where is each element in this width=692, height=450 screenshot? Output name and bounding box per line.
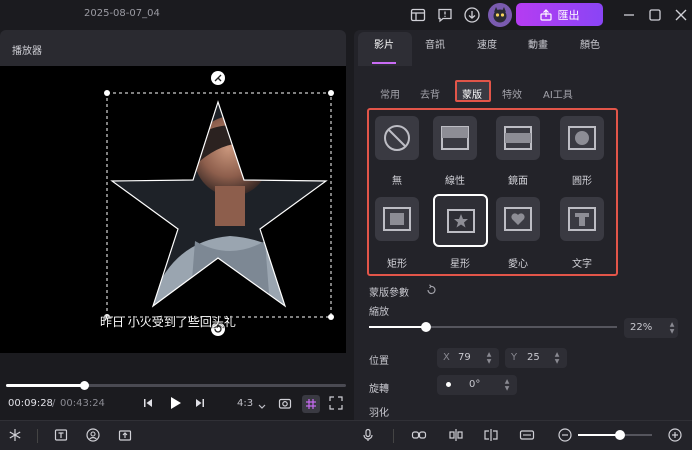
zoom-label: 縮放 xyxy=(369,307,389,318)
rotation-stepper[interactable]: ▲ ▼ xyxy=(503,378,511,392)
mask-mirror[interactable] xyxy=(496,116,540,160)
next-frame-icon[interactable] xyxy=(194,396,206,413)
mask-label: 無 xyxy=(392,176,402,187)
avatar[interactable] xyxy=(488,3,512,27)
toolbar-divider xyxy=(393,429,394,443)
subtab-remove-background[interactable]: 去背 xyxy=(420,86,440,101)
tab-animation[interactable]: 動畫 xyxy=(528,36,548,51)
x-label: X xyxy=(443,352,450,363)
y-value: 25 xyxy=(527,352,540,363)
timeline-zoom-knob[interactable] xyxy=(615,430,625,440)
upload-icon xyxy=(539,8,552,21)
mask-star[interactable] xyxy=(433,194,488,247)
export-clip-icon[interactable] xyxy=(116,426,134,444)
link-icon[interactable] xyxy=(410,426,428,444)
playback-progress xyxy=(6,384,85,387)
player-title: 播放器 xyxy=(12,46,42,57)
mask-heart[interactable] xyxy=(496,197,540,241)
star-mask-preview xyxy=(104,90,334,320)
tab-audio[interactable]: 音訊 xyxy=(425,36,445,51)
heart-icon xyxy=(504,207,532,231)
x-value: 79 xyxy=(458,352,471,363)
linear-icon xyxy=(441,126,469,150)
mask-label: 鏡面 xyxy=(508,176,528,187)
rectangle-icon xyxy=(383,207,411,231)
fit-width-icon[interactable] xyxy=(518,426,536,444)
zoom-slider-knob[interactable] xyxy=(420,322,431,332)
mask-none[interactable] xyxy=(375,116,419,160)
subtab-common[interactable]: 常用 xyxy=(380,86,400,101)
rotation-dial-icon xyxy=(446,382,451,387)
zoom-out-icon[interactable] xyxy=(556,426,574,444)
feedback-icon[interactable] xyxy=(436,6,454,24)
mask-label: 圓形 xyxy=(572,176,592,187)
timeline-zoom-fill xyxy=(578,434,620,436)
video-subtitle: 昨日 小火受到了些回头礼 xyxy=(100,315,236,329)
export-button[interactable]: 匯出 xyxy=(516,3,603,26)
circle-icon xyxy=(568,126,596,150)
zoom-in-icon[interactable] xyxy=(666,426,684,444)
time-separator: / xyxy=(52,398,56,409)
download-icon[interactable] xyxy=(463,6,481,24)
video-preview[interactable] xyxy=(0,66,346,353)
text-icon xyxy=(568,207,596,231)
mask-label: 星形 xyxy=(450,259,470,270)
tab-speed[interactable]: 速度 xyxy=(477,36,497,51)
feather-label: 羽化 xyxy=(369,408,389,419)
chevron-down-icon[interactable] xyxy=(258,400,266,413)
reset-icon[interactable] xyxy=(425,284,437,299)
subtab-mask[interactable]: 蒙版 xyxy=(462,86,482,101)
mask-label: 文字 xyxy=(572,259,592,270)
split-icon[interactable] xyxy=(447,426,465,444)
y-label: Y xyxy=(511,352,518,363)
mask-label: 愛心 xyxy=(508,259,528,270)
freeze-icon[interactable] xyxy=(6,426,24,444)
fullscreen-icon[interactable] xyxy=(329,396,343,413)
export-label: 匯出 xyxy=(557,8,580,22)
previous-frame-icon[interactable] xyxy=(142,396,154,413)
mask-circle[interactable] xyxy=(560,116,604,160)
x-stepper[interactable]: ▲ ▼ xyxy=(485,351,493,365)
mask-text[interactable] xyxy=(560,197,604,241)
add-text-icon[interactable] xyxy=(52,426,70,444)
tab-active-indicator xyxy=(372,62,396,64)
none-icon xyxy=(384,125,410,151)
tab-color[interactable]: 顏色 xyxy=(580,36,600,51)
y-stepper[interactable]: ▲ ▼ xyxy=(553,351,561,365)
close-icon[interactable] xyxy=(672,6,690,24)
mirror-icon xyxy=(504,126,532,150)
mask-rectangle[interactable] xyxy=(375,197,419,241)
minimize-icon[interactable] xyxy=(620,6,638,24)
layout-icon[interactable] xyxy=(409,6,427,24)
snapshot-icon[interactable] xyxy=(278,396,292,413)
portrait-icon[interactable] xyxy=(84,426,102,444)
subtab-effects[interactable]: 特效 xyxy=(502,86,522,101)
star-icon xyxy=(446,208,475,233)
current-time: 00:09:28 xyxy=(8,398,53,409)
aspect-ratio-select[interactable]: 4:3 xyxy=(237,398,253,409)
play-icon[interactable] xyxy=(168,395,182,414)
trim-icon[interactable] xyxy=(482,426,500,444)
zoom-stepper[interactable]: ▲ ▼ xyxy=(668,321,676,335)
maximize-icon[interactable] xyxy=(646,6,664,24)
microphone-icon[interactable] xyxy=(359,426,377,444)
subtab-ai-tools[interactable]: AI工具 xyxy=(543,86,573,101)
tab-video[interactable]: 影片 xyxy=(374,36,394,51)
mask-linear[interactable] xyxy=(433,116,477,160)
position-label: 位置 xyxy=(369,356,389,367)
zoom-value: 22% xyxy=(630,322,653,333)
rotation-label: 旋轉 xyxy=(369,384,389,395)
mask-label: 線性 xyxy=(445,176,465,187)
toolbar-divider xyxy=(37,429,38,443)
player-header xyxy=(0,30,346,66)
zoom-slider-fill xyxy=(369,326,426,328)
mask-label: 矩形 xyxy=(387,259,407,270)
grid-icon[interactable] xyxy=(302,395,320,413)
mask-params-label: 蒙版參數 xyxy=(369,288,409,299)
project-title: 2025-08-07_04 xyxy=(84,8,160,19)
feather-handle-icon[interactable] xyxy=(211,71,225,85)
total-time: 00:43:24 xyxy=(60,398,105,409)
rotation-value: 0° xyxy=(469,379,481,390)
